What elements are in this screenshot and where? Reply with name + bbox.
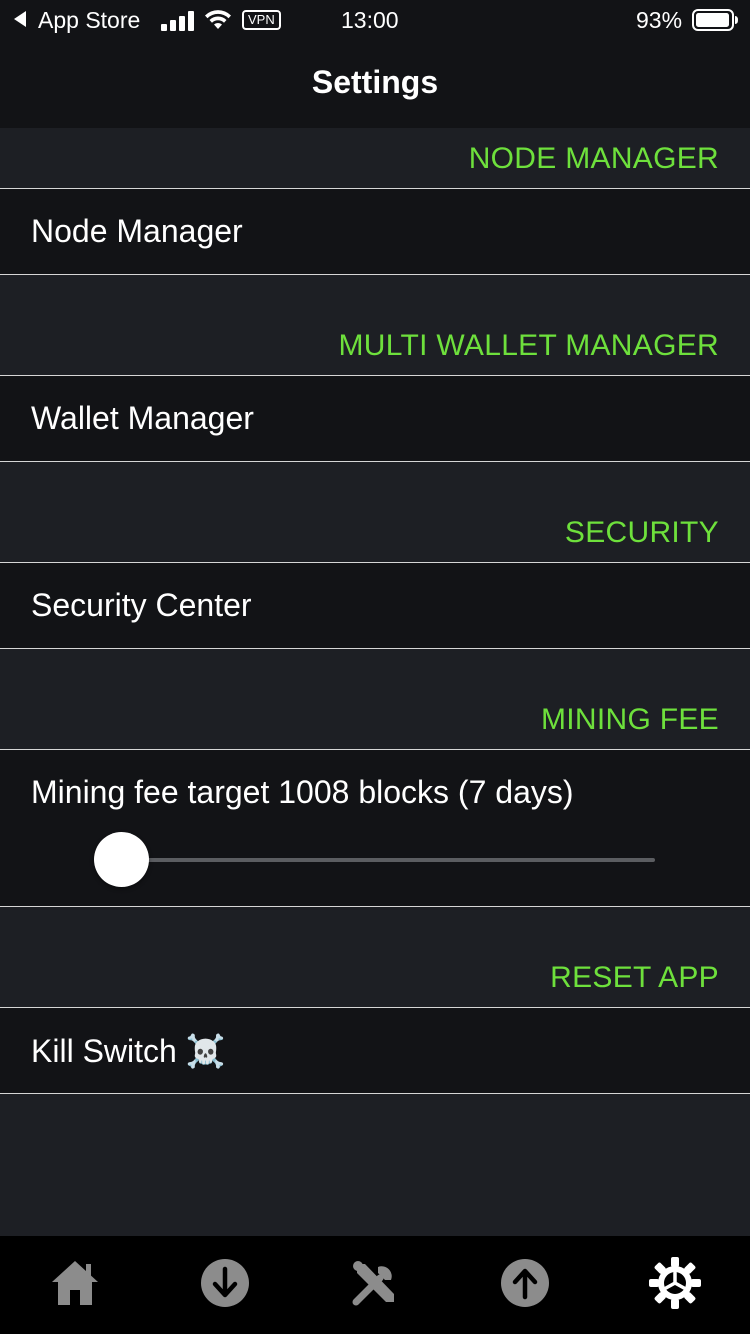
wallet-manager-label: Wallet Manager — [31, 400, 254, 436]
settings-gear-icon — [648, 1256, 702, 1315]
section-header-label: SECURITY — [564, 516, 719, 549]
wifi-icon — [203, 8, 233, 36]
back-to-app-link[interactable]: App Store — [38, 7, 140, 34]
page-title: Settings — [311, 64, 439, 100]
mining-fee-label: Mining fee target 1008 blocks (7 days) — [31, 774, 574, 810]
tab-tools[interactable] — [348, 1258, 402, 1312]
security-center-row[interactable]: Security Center — [0, 562, 750, 649]
section-header-label: NODE MANAGER — [468, 142, 719, 175]
mining-fee-row: Mining fee target 1008 blocks (7 days) — [0, 749, 750, 907]
node-manager-label: Node Manager — [31, 213, 243, 249]
mining-fee-slider-thumb[interactable] — [94, 832, 149, 887]
node-manager-row[interactable]: Node Manager — [0, 188, 750, 275]
status-bar: App Store VPN 13:00 93% — [0, 0, 750, 40]
section-header-label: MULTI WALLET MANAGER — [338, 329, 719, 362]
section-header-label: RESET APP — [550, 961, 719, 994]
tab-send[interactable] — [498, 1258, 552, 1312]
battery-percentage: 93% — [636, 7, 683, 33]
tab-bar — [0, 1236, 750, 1334]
section-header-multi-wallet: MULTI WALLET MANAGER — [0, 275, 750, 375]
section-header-mining-fee: MINING FEE — [0, 649, 750, 749]
home-icon — [49, 1258, 101, 1313]
top-bar: App Store VPN 13:00 93% Settings — [0, 0, 750, 128]
clock: 13:00 — [341, 7, 399, 33]
section-header-node-manager: NODE MANAGER — [0, 128, 750, 188]
vpn-badge: VPN — [242, 10, 281, 30]
battery-icon — [692, 9, 740, 37]
tab-receive[interactable] — [198, 1258, 252, 1312]
tools-icon — [349, 1257, 401, 1314]
section-header-label: MINING FEE — [540, 703, 719, 736]
section-header-reset-app: RESET APP — [0, 907, 750, 1007]
cellular-signal-icon — [161, 10, 195, 37]
settings-screen: App Store VPN 13:00 93% Settings NODE MA… — [0, 0, 750, 1334]
send-icon — [500, 1258, 550, 1313]
security-center-label: Security Center — [31, 587, 252, 623]
mining-fee-slider-track[interactable] — [121, 858, 655, 862]
back-arrow-icon[interactable] — [12, 8, 28, 35]
tab-home[interactable] — [48, 1258, 102, 1312]
tab-settings[interactable] — [648, 1256, 702, 1315]
kill-switch-label: Kill Switch ☠️ — [31, 1033, 226, 1069]
wallet-manager-row[interactable]: Wallet Manager — [0, 375, 750, 462]
kill-switch-row[interactable]: Kill Switch ☠️ — [0, 1007, 750, 1094]
receive-icon — [200, 1258, 250, 1313]
section-header-security: SECURITY — [0, 462, 750, 562]
